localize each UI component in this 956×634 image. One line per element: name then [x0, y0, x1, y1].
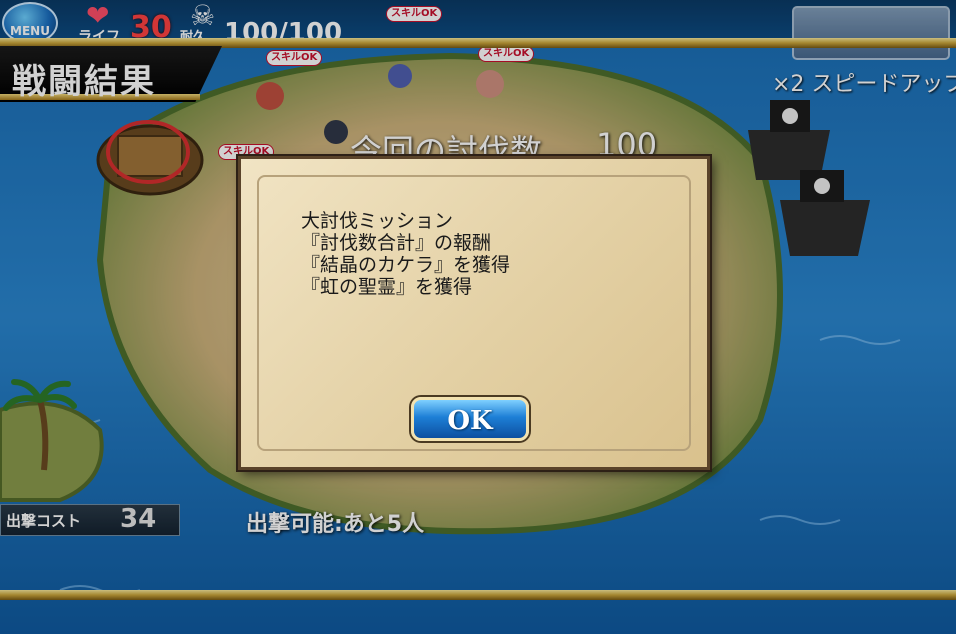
ok-label: OK: [447, 406, 493, 436]
reward-dialog: 大討伐ミッション 『討伐数合計』の報酬 『結晶のカケラ』を獲得 『虹の聖霊』を獲…: [238, 156, 710, 470]
dialog-line: 『虹の聖霊』を獲得: [301, 276, 473, 298]
dialog-line: 『結晶のカケラ』を獲得: [301, 254, 511, 276]
dialog-line: 『討伐数合計』の報酬: [301, 232, 492, 254]
ok-button[interactable]: OK: [411, 397, 529, 441]
dialog-line: 大討伐ミッション: [301, 210, 454, 232]
